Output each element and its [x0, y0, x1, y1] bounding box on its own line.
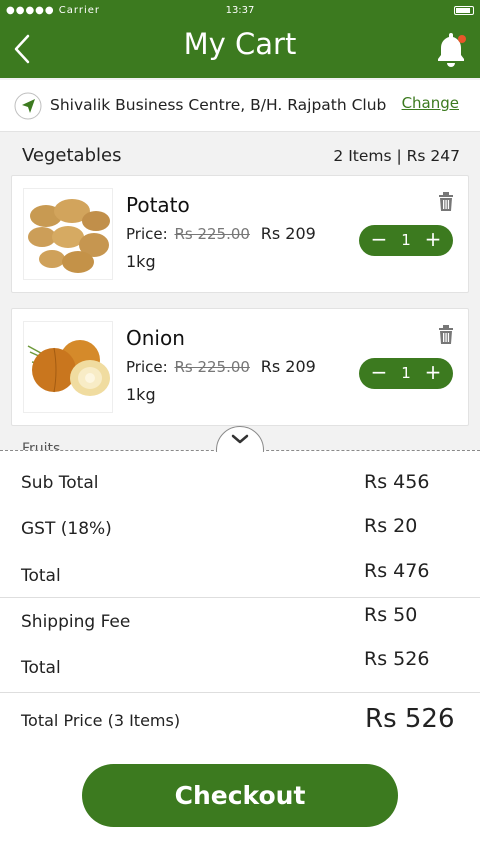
discounted-price: Rs 209: [260, 224, 316, 243]
product-name: Onion: [126, 326, 185, 350]
trash-icon: [439, 192, 453, 211]
app-header: ●●●●● Carrier 13:37 My Cart: [0, 0, 480, 78]
shipping-fee-value: Rs 50: [364, 604, 418, 626]
gst-label: GST (18%): [21, 519, 112, 539]
checkout-button[interactable]: Checkout: [82, 764, 398, 827]
delete-item-button[interactable]: [438, 325, 454, 345]
product-quantity: 1kg: [126, 385, 156, 404]
trash-icon: [439, 325, 453, 344]
notifications-button[interactable]: [434, 32, 468, 68]
collapse-summary-button[interactable]: [216, 426, 264, 452]
product-image-potato: [23, 188, 113, 280]
original-price: Rs 225.00: [174, 225, 250, 243]
subtotal-label: Sub Total: [21, 473, 99, 493]
decrease-button[interactable]: −: [368, 227, 390, 251]
delivery-address-bar: Shivalik Business Centre, B/H. Rajpath C…: [0, 80, 480, 132]
increase-button[interactable]: +: [422, 227, 444, 251]
price-row: Price: Rs 225.00 Rs 209: [126, 224, 316, 243]
quantity-stepper: − 1 +: [359, 225, 453, 256]
total-label: Total: [21, 566, 61, 586]
chevron-down-icon: [231, 434, 249, 444]
gst-value: Rs 20: [364, 515, 418, 537]
discounted-price: Rs 209: [260, 357, 316, 376]
section-title: Vegetables: [22, 145, 122, 166]
summary-divider: [0, 692, 480, 693]
location-arrow-icon: [14, 92, 42, 120]
price-label: Price:: [126, 225, 168, 243]
cart-item-card: Onion Price: Rs 225.00 Rs 209 1kg − 1 +: [11, 308, 469, 426]
decrease-button[interactable]: −: [368, 360, 390, 384]
grand-total-value: Rs 526: [364, 648, 430, 670]
grand-total-label: Total: [21, 658, 61, 678]
delete-item-button[interactable]: [438, 192, 454, 212]
total-value: Rs 476: [364, 560, 430, 582]
total-price-value: Rs 526: [365, 704, 455, 734]
total-price-label: Total Price (3 Items): [21, 711, 181, 730]
bell-icon: [438, 33, 466, 67]
shipping-fee-label: Shipping Fee: [21, 612, 131, 632]
address-text: Shivalik Business Centre, B/H. Rajpath C…: [50, 96, 387, 114]
original-price: Rs 225.00: [174, 358, 250, 376]
product-quantity: 1kg: [126, 252, 156, 271]
quantity-count: 1: [401, 231, 411, 249]
summary-divider: [0, 597, 480, 598]
product-name: Potato: [126, 193, 190, 217]
product-image-onion: [23, 321, 113, 413]
increase-button[interactable]: +: [422, 360, 444, 384]
status-bar: ●●●●● Carrier 13:37: [0, 0, 480, 22]
notification-badge: [458, 35, 466, 43]
battery-icon: [454, 6, 474, 15]
subtotal-value: Rs 456: [364, 471, 430, 493]
status-time: 13:37: [225, 5, 255, 16]
cart-item-card: Potato Price: Rs 225.00 Rs 209 1kg − 1 +: [11, 175, 469, 293]
quantity-count: 1: [401, 364, 411, 382]
change-address-link[interactable]: Change: [402, 94, 459, 112]
section-summary: 2 Items | Rs 247: [333, 147, 460, 165]
price-row: Price: Rs 225.00 Rs 209: [126, 357, 316, 376]
quantity-stepper: − 1 +: [359, 358, 453, 389]
price-label: Price:: [126, 358, 168, 376]
page-title: My Cart: [183, 27, 297, 61]
